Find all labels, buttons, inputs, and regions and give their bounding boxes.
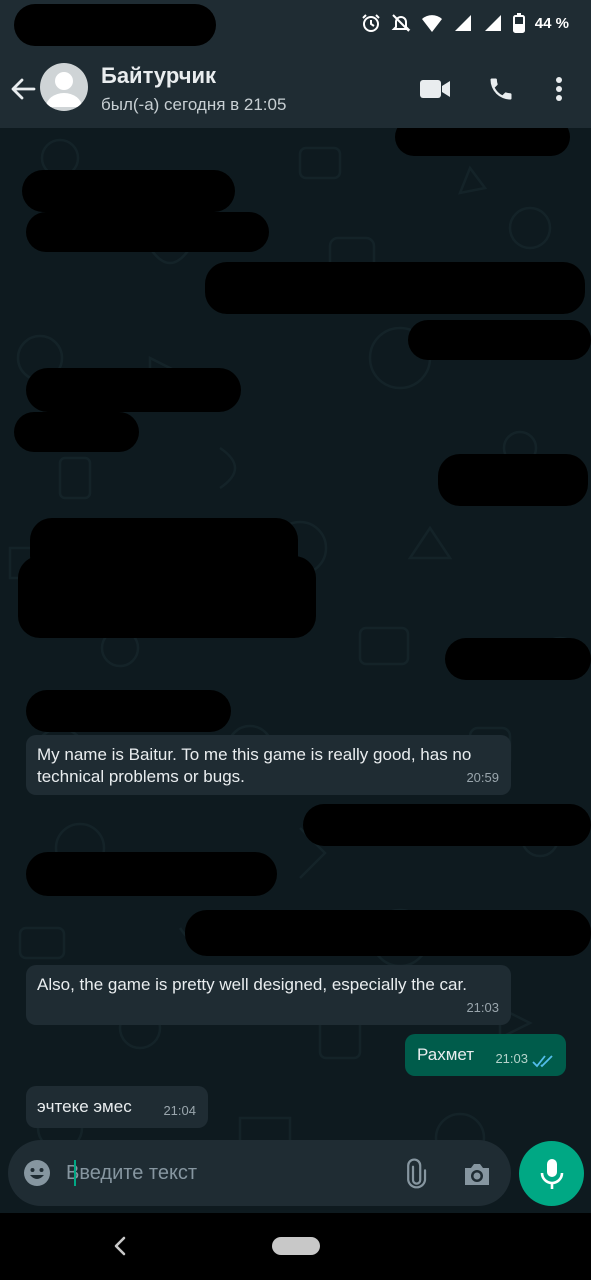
attach-icon — [407, 1158, 427, 1189]
message-text: эчтеке эмес — [37, 1097, 132, 1116]
redacted-message — [303, 804, 591, 846]
redacted-message — [26, 690, 231, 732]
status-bar: 44 % — [0, 0, 591, 50]
redacted-message — [205, 262, 585, 314]
camera-button[interactable] — [461, 1158, 493, 1190]
mute-icon — [391, 14, 411, 32]
redacted-message — [395, 128, 570, 156]
mic-icon — [540, 1158, 563, 1189]
contact-name[interactable]: Байтурчик — [101, 63, 216, 89]
back-arrow-icon — [11, 78, 36, 100]
chat-area[interactable]: My name is Baitur. To me this game is re… — [0, 128, 591, 1213]
phone-icon — [490, 78, 512, 100]
message-incoming[interactable]: My name is Baitur. To me this game is re… — [26, 735, 511, 795]
more-options-button[interactable] — [540, 70, 578, 108]
redacted-area — [14, 4, 216, 46]
avatar[interactable] — [40, 63, 88, 111]
video-call-button[interactable] — [416, 70, 454, 108]
chat-header: Байтурчик был(-а) сегодня в 21:05 — [0, 50, 591, 128]
message-text: My name is Baitur. To me this game is re… — [37, 745, 472, 786]
redacted-message — [408, 320, 591, 360]
chevron-left-icon — [114, 1236, 126, 1256]
redacted-message — [26, 212, 269, 252]
message-time: 21:03 — [495, 1051, 528, 1066]
message-text: Рахмет — [417, 1045, 475, 1064]
emoji-icon — [24, 1160, 50, 1186]
message-time: 21:03 — [466, 1000, 499, 1015]
redacted-message — [14, 412, 139, 452]
redacted-message — [185, 910, 591, 956]
camera-icon — [465, 1164, 489, 1185]
battery-percent: 44 % — [534, 14, 569, 32]
signal-icon — [484, 15, 501, 31]
message-incoming[interactable]: Also, the game is pretty well designed, … — [26, 965, 511, 1025]
wifi-icon — [421, 15, 442, 32]
alarm-icon — [362, 14, 380, 32]
redacted-message — [438, 454, 588, 506]
redacted-message — [26, 368, 241, 412]
nav-home-button[interactable] — [272, 1237, 320, 1255]
system-nav-bar — [0, 1213, 591, 1280]
redacted-message — [18, 556, 316, 638]
redacted-message — [22, 170, 235, 212]
battery-icon — [512, 13, 525, 33]
text-cursor — [74, 1160, 76, 1186]
voice-call-button[interactable] — [482, 70, 520, 108]
signal-icon — [454, 15, 471, 31]
message-time: 20:59 — [466, 770, 499, 785]
emoji-button[interactable] — [22, 1158, 52, 1188]
video-call-icon — [420, 80, 450, 98]
avatar-icon — [46, 72, 82, 107]
redacted-message — [26, 852, 277, 896]
message-text: Also, the game is pretty well designed, … — [37, 975, 467, 994]
voice-message-button[interactable] — [519, 1141, 584, 1206]
nav-back-button[interactable] — [108, 1233, 134, 1259]
more-vert-icon — [556, 77, 562, 101]
message-composer: Введите текст — [8, 1140, 511, 1206]
message-outgoing[interactable]: Рахмет 21:03 — [405, 1034, 566, 1076]
read-receipt-icon — [532, 1055, 553, 1068]
last-seen-status: был(-а) сегодня в 21:05 — [101, 95, 287, 114]
redacted-message — [445, 638, 591, 680]
attach-button[interactable] — [398, 1158, 430, 1190]
message-time: 21:04 — [163, 1103, 196, 1118]
back-button[interactable] — [8, 74, 38, 104]
message-incoming[interactable]: эчтеке эмес 21:04 — [26, 1086, 208, 1128]
message-input[interactable]: Введите текст — [66, 1158, 366, 1188]
